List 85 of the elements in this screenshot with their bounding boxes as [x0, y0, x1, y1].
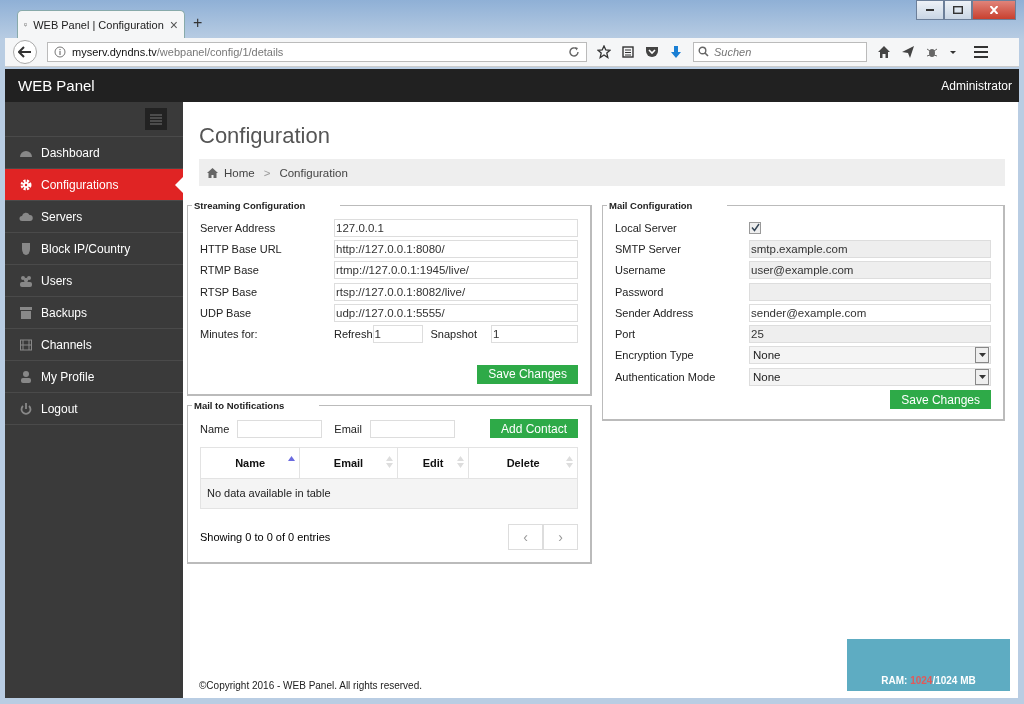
- search-field[interactable]: Suchen: [693, 42, 867, 62]
- pocket-icon[interactable]: [645, 45, 659, 59]
- minimize-icon: [926, 9, 934, 11]
- field-label: RTMP Base: [200, 264, 260, 277]
- field-label: Local Server: [615, 221, 678, 234]
- panel-title: Mail Configuration: [608, 200, 694, 211]
- field-label: Encryption Type: [615, 349, 695, 362]
- maximize-icon: [953, 6, 963, 14]
- field-label: Refresh: [334, 328, 373, 341]
- input-field[interactable]: [369, 419, 455, 438]
- gear-icon: [19, 177, 33, 192]
- field-label: Password: [615, 285, 665, 298]
- input-field[interactable]: rtmp://127.0.0.1:1945/live/: [334, 261, 578, 280]
- field-label: Minutes for:: [200, 328, 259, 341]
- breadcrumb-separator: >: [263, 166, 271, 179]
- copyright-text: ©Copyright 2016 - WEB Panel. All rights reserved.: [199, 680, 423, 691]
- user-name[interactable]: Administrator: [941, 78, 1012, 93]
- caret-icon: [978, 374, 986, 379]
- column-header[interactable]: Delete: [468, 447, 578, 479]
- input-field[interactable]: 1: [372, 325, 423, 344]
- power-icon: [19, 401, 33, 416]
- reading-list-icon[interactable]: [621, 45, 635, 59]
- field-label: UDP Base: [200, 306, 253, 319]
- dropdown[interactable]: None: [749, 346, 991, 365]
- back-button[interactable]: [13, 40, 37, 64]
- column-header[interactable]: Name: [200, 447, 300, 479]
- users-icon: [19, 273, 33, 288]
- checkbox[interactable]: [749, 221, 761, 234]
- close-tab-button[interactable]: ×: [169, 16, 178, 33]
- new-tab-button[interactable]: +: [193, 14, 203, 32]
- field-label: Snapshot: [430, 328, 477, 341]
- shield-icon: [19, 241, 33, 256]
- url-text: myserv.dyndns.tv/webpanel/config/1/details: [72, 46, 285, 58]
- paper-plane-icon[interactable]: [901, 45, 915, 59]
- table-info: Showing 0 to 0 of 0 entries: [200, 530, 331, 543]
- field-label: SMTP Server: [615, 242, 682, 255]
- arrow-left-icon: [18, 46, 32, 58]
- browser-tab[interactable]: WEB Panel | Configuration ×: [17, 10, 185, 38]
- close-icon: [990, 6, 998, 14]
- brand-title[interactable]: WEB Panel: [18, 77, 95, 94]
- input-field[interactable]: udp://127.0.0.1:5555/: [334, 303, 578, 322]
- field-label: Email: [334, 422, 362, 435]
- sidebar-item[interactable]: Backups: [5, 297, 183, 329]
- field-label: Sender Address: [615, 306, 695, 319]
- close-button[interactable]: [972, 0, 1016, 20]
- field-label: Port: [615, 328, 637, 341]
- breadcrumb-item: Configuration: [279, 166, 348, 179]
- info-icon: [54, 46, 66, 58]
- field-label: Username: [615, 264, 667, 277]
- menu-toggle-button[interactable]: [145, 108, 167, 130]
- panel-title: Mail to Notifications: [193, 399, 286, 411]
- caret-icon: [978, 353, 986, 358]
- field-label: Server Address: [200, 221, 277, 234]
- film-icon: [19, 337, 33, 352]
- user-icon: [19, 369, 33, 384]
- home-icon: [207, 167, 218, 178]
- sidebar-item[interactable]: Configurations: [5, 169, 183, 201]
- page-title: Configuration: [199, 123, 331, 150]
- field-label: HTTP Base URL: [200, 242, 283, 255]
- panel-title: Streaming Configuration: [193, 200, 307, 211]
- input-field[interactable]: 1: [491, 325, 578, 344]
- maximize-button[interactable]: [944, 0, 972, 20]
- input-field[interactable]: http://127.0.0.1:8080/: [334, 239, 578, 258]
- archive-icon: [19, 305, 33, 320]
- download-icon[interactable]: [669, 45, 683, 59]
- minimize-button[interactable]: [916, 0, 944, 20]
- field-label: Name: [200, 422, 230, 435]
- input-field[interactable]: 127.0.0.1: [334, 218, 578, 237]
- input-field[interactable]: rtsp://127.0.0.1:8082/live/: [334, 282, 578, 301]
- address-bar[interactable]: myserv.dyndns.tv/webpanel/config/1/details: [47, 42, 587, 62]
- column-header[interactable]: Edit: [397, 447, 469, 479]
- empty-table-message: No data available in table: [200, 478, 578, 509]
- breadcrumb-item[interactable]: Home: [224, 166, 255, 179]
- field-label: RTSP Base: [200, 285, 259, 298]
- ram-usage: RAM: 1024/1024 MB: [881, 675, 976, 686]
- input-field[interactable]: sender@example.com: [749, 303, 991, 322]
- field-label: Authentication Mode: [615, 370, 717, 383]
- reload-icon[interactable]: [568, 46, 580, 58]
- star-icon[interactable]: [597, 45, 611, 59]
- dropdown[interactable]: None: [749, 367, 991, 386]
- tab-title: WEB Panel | Configuration: [33, 18, 164, 31]
- menu-icon[interactable]: [973, 45, 989, 59]
- input-field[interactable]: [237, 419, 323, 438]
- column-header[interactable]: Email: [299, 447, 398, 479]
- home-icon[interactable]: [877, 45, 891, 59]
